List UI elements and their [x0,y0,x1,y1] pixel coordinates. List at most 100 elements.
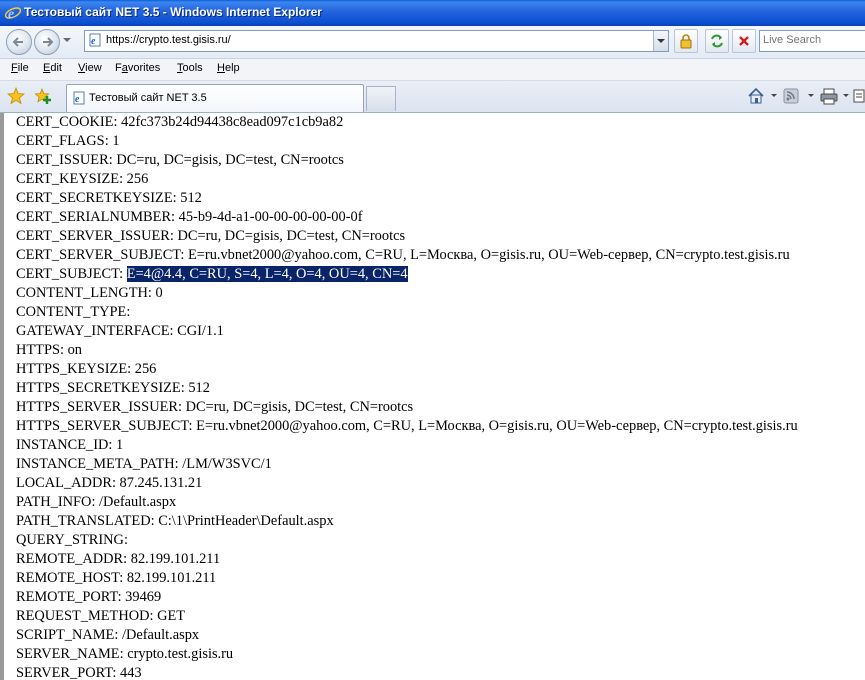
security-report-button[interactable] [674,29,698,53]
feeds-icon[interactable] [783,87,799,105]
menu-file[interactable]: File [11,62,29,74]
feeds-dropdown[interactable] [808,94,814,97]
refresh-button[interactable] [705,29,729,53]
search-box[interactable] [759,30,865,52]
search-input[interactable] [763,33,863,47]
variable-name: CERT_SERVER_SUBJECT [16,247,181,263]
variable-name: REQUEST_METHOD [16,608,150,624]
stop-icon [739,36,749,46]
recent-pages-dropdown[interactable] [63,38,71,42]
variable-name: PATH_TRANSLATED [16,513,151,529]
menu-edit[interactable]: Edit [43,62,62,74]
window-title-bar[interactable]: e Тестовый сайт NET 3.5 - Windows Intern… [0,0,865,26]
variable-separator: : [123,532,128,548]
menu-help[interactable]: Help [217,62,240,74]
print-dropdown[interactable] [843,94,849,97]
content-left-border [0,113,4,680]
variable-separator: : [59,342,68,358]
svg-text:e: e [91,36,96,47]
variable-value: E=ru.vbnet2000@yahoo.com, C=RU, L=Москва… [188,247,790,263]
page-content: CERT_COOKIE: 42fc373b24d94438c8ead097c1c… [0,113,865,680]
variable-name: CONTENT_TYPE [16,304,127,320]
variable-name: INSTANCE_META_PATH [16,456,175,472]
print-icon[interactable] [820,87,838,105]
variable-separator: : [177,399,186,415]
variable-value: GET [157,608,186,624]
variable-separator: : [119,266,127,282]
variable-row: GATEWAY_INTERFACE: CGI/1.1 [16,322,798,341]
home-icon[interactable] [747,87,765,105]
variable-name: SCRIPT_NAME [16,627,115,643]
variable-name: HTTPS_SERVER_SUBJECT [16,418,189,434]
variable-value: 443 [120,665,142,680]
variable-name: SERVER_NAME [16,646,120,662]
menu-view[interactable]: View [78,62,102,74]
window-title: Тестовый сайт NET 3.5 - Windows Internet… [24,5,322,19]
variable-separator: : [119,171,127,187]
variable-row: CERT_FLAGS: 1 [16,132,798,151]
address-bar[interactable]: e https://crypto.test.gisis.ru/ [84,30,669,52]
variable-separator: : [123,551,131,567]
variable-row: REQUEST_METHOD: GET [16,607,798,626]
add-favorites-icon[interactable] [34,87,52,105]
variable-name: CERT_SUBJECT [16,266,120,282]
variable-separator: : [127,361,135,377]
variable-name: REMOTE_HOST [16,570,120,586]
variable-value: 1 [116,437,124,453]
variable-separator: : [91,494,100,510]
variable-row: REMOTE_HOST: 82.199.101.211 [16,569,798,588]
stop-button[interactable] [732,29,756,53]
forward-button[interactable] [34,29,60,55]
variable-row: PATH_INFO: /Default.aspx [16,493,798,512]
variable-row: HTTPS_SERVER_ISSUER: DC=ru, DC=gisis, DC… [16,398,798,417]
tab-bar: e Тестовый сайт NET 3.5 [0,81,865,113]
variable-row: CERT_SECRETKEYSIZE: 512 [16,189,798,208]
variable-row: SERVER_PORT: 443 [16,664,798,680]
ie-icon: e [4,4,22,22]
address-dropdown-button[interactable] [653,31,668,51]
variable-row: REMOTE_PORT: 39469 [16,588,798,607]
back-button[interactable] [6,29,32,55]
variable-row: CERT_SERVER_ISSUER: DC=ru, DC=gisis, DC=… [16,227,798,246]
variable-row: CERT_COOKIE: 42fc373b24d94438c8ead097c1c… [16,113,798,132]
variable-separator: : [147,285,156,301]
new-tab-button[interactable] [366,86,396,111]
variable-row: CERT_SUBJECT: E=4@4.4, C=RU, S=4, L=4, O… [16,265,798,284]
home-dropdown[interactable] [771,94,777,97]
variable-name: CERT_SERIALNUMBER [16,209,172,225]
variable-name: HTTPS_KEYSIZE [16,361,128,377]
menu-tools[interactable]: Tools [177,62,203,74]
variable-value: crypto.test.gisis.ru [127,646,234,662]
variable-row: REMOTE_ADDR: 82.199.101.211 [16,550,798,569]
variable-value: DC=ru, DC=gisis, DC=test, CN=rootcs [177,228,406,244]
page-icon: e [89,33,101,47]
variable-separator: : [169,228,178,244]
variable-separator: : [169,323,178,339]
variable-row: SERVER_NAME: crypto.test.gisis.ru [16,645,798,664]
menu-favorites[interactable]: Favorites [115,62,160,74]
variable-name: CERT_COOKIE [16,114,114,130]
variable-name: CONTENT_LENGTH [16,285,148,301]
variable-value: /Default.aspx [99,494,177,510]
favorites-star-icon[interactable] [7,87,25,105]
variable-value: DC=ru, DC=gisis, DC=test, CN=rootcs [185,399,414,415]
navigation-bar: e https://crypto.test.gisis.ru/ [0,26,865,59]
variable-row: QUERY_STRING: [16,531,798,550]
variable-name: CERT_SECRETKEYSIZE [16,190,173,206]
refresh-icon [711,34,723,48]
variable-name: HTTPS_SERVER_ISSUER [16,399,178,415]
svg-text:e: e [8,7,14,22]
tab-active[interactable]: e Тестовый сайт NET 3.5 [66,84,364,112]
page-menu-icon[interactable] [853,87,865,105]
variable-name: GATEWAY_INTERFACE [16,323,170,339]
variable-value: 45-b9-4d-a1-00-00-00-00-00-0f [178,209,363,225]
svg-text:e: e [75,94,80,105]
variable-value: C:\1\PrintHeader\Default.aspx [158,513,334,529]
variable-name: INSTANCE_ID [16,437,109,453]
variable-row: CERT_ISSUER: DC=ru, DC=gisis, DC=test, C… [16,151,798,170]
menu-bar: File Edit View Favorites Tools Help [0,59,865,81]
variable-value: CGI/1.1 [177,323,224,339]
variable-value: 256 [134,361,157,377]
variable-separator: : [113,114,122,130]
variable-value: 87.245.131.21 [119,475,203,491]
